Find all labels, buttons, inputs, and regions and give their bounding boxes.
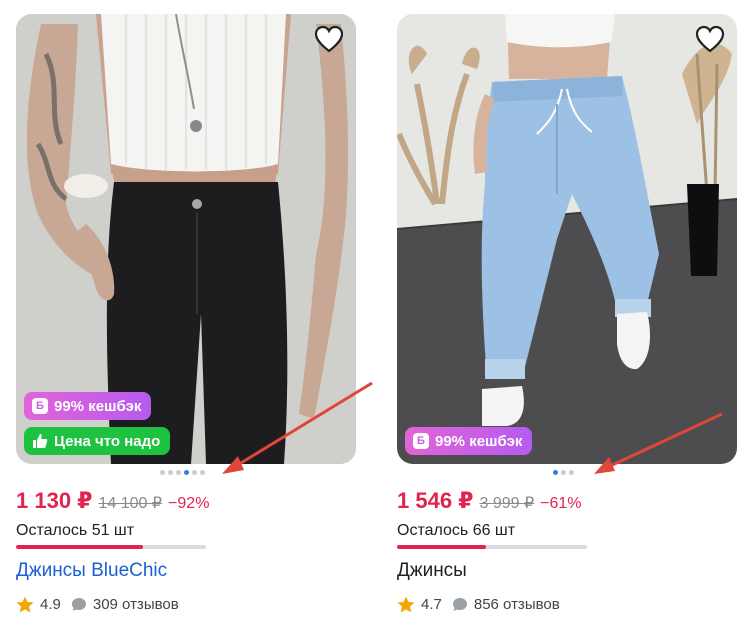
old-price: 3 999 ₽	[479, 495, 535, 512]
current-price: 1 546 ₽	[397, 488, 474, 513]
reviews-count: 856 отзывов	[473, 596, 560, 613]
star-icon	[397, 596, 415, 613]
chat-bubble-icon	[71, 598, 86, 611]
cashback-label: 99% кешбэк	[435, 432, 523, 450]
stock-bar-fill	[397, 545, 487, 549]
reviews-count: 309 отзывов	[92, 596, 179, 613]
b-logo-icon: Б	[413, 433, 429, 449]
rating-row[interactable]: 4.7 856 отзывов	[397, 596, 560, 613]
rating-value: 4.7	[421, 596, 442, 613]
photo-pagination	[160, 470, 205, 475]
pagination-dot[interactable]	[176, 470, 181, 475]
product-card[interactable]: Б 99% кешбэк Цена что надо 1 130 ₽ 14 10…	[16, 0, 356, 625]
product-photo[interactable]	[397, 14, 737, 464]
pagination-dot[interactable]	[160, 470, 165, 475]
stock-remaining: Осталось 51 шт	[16, 522, 135, 539]
pagination-dot[interactable]	[192, 470, 197, 475]
pagination-dot[interactable]	[569, 470, 574, 475]
favorite-button[interactable]	[693, 23, 727, 55]
old-price: 14 100 ₽	[98, 495, 163, 512]
pagination-dot[interactable]	[200, 470, 205, 475]
discount-percent: −92%	[168, 495, 210, 512]
b-logo-icon: Б	[32, 398, 48, 414]
product-title-link[interactable]: Джинсы	[397, 560, 467, 582]
heart-icon	[695, 25, 725, 53]
discount-percent: −61%	[540, 495, 582, 512]
stock-bar-fill	[16, 545, 144, 549]
thumbs-up-icon	[33, 434, 48, 448]
star-icon	[16, 596, 34, 613]
rating-row[interactable]: 4.9 309 отзывов	[16, 596, 179, 613]
pagination-dot[interactable]	[168, 470, 173, 475]
pagination-dot[interactable]	[561, 470, 566, 475]
pagination-dot-active[interactable]	[184, 470, 189, 475]
cashback-label: 99% кешбэк	[54, 397, 142, 415]
favorite-button[interactable]	[312, 23, 346, 55]
cashback-badge: Б 99% кешбэк	[24, 392, 152, 420]
pagination-dot-active[interactable]	[553, 470, 558, 475]
price-badge: Цена что надо	[24, 427, 171, 455]
stock-bar	[397, 545, 587, 549]
cashback-badge: Б 99% кешбэк	[405, 427, 533, 455]
current-price: 1 130 ₽	[16, 488, 93, 513]
price-badge-label: Цена что надо	[54, 432, 161, 450]
stock-remaining: Осталось 66 шт	[397, 522, 516, 539]
photo-pagination	[553, 470, 574, 475]
heart-icon	[314, 25, 344, 53]
chat-bubble-icon	[452, 598, 467, 611]
price-row: 1 546 ₽ 3 999 ₽ −61%	[397, 488, 582, 514]
product-title-link[interactable]: Джинсы BlueChic	[16, 560, 167, 582]
stock-bar	[16, 545, 206, 549]
rating-value: 4.9	[40, 596, 61, 613]
product-card[interactable]: Б 99% кешбэк 1 546 ₽ 3 999 ₽ −61% Остало…	[397, 0, 737, 625]
price-row: 1 130 ₽ 14 100 ₽ −92%	[16, 488, 209, 514]
